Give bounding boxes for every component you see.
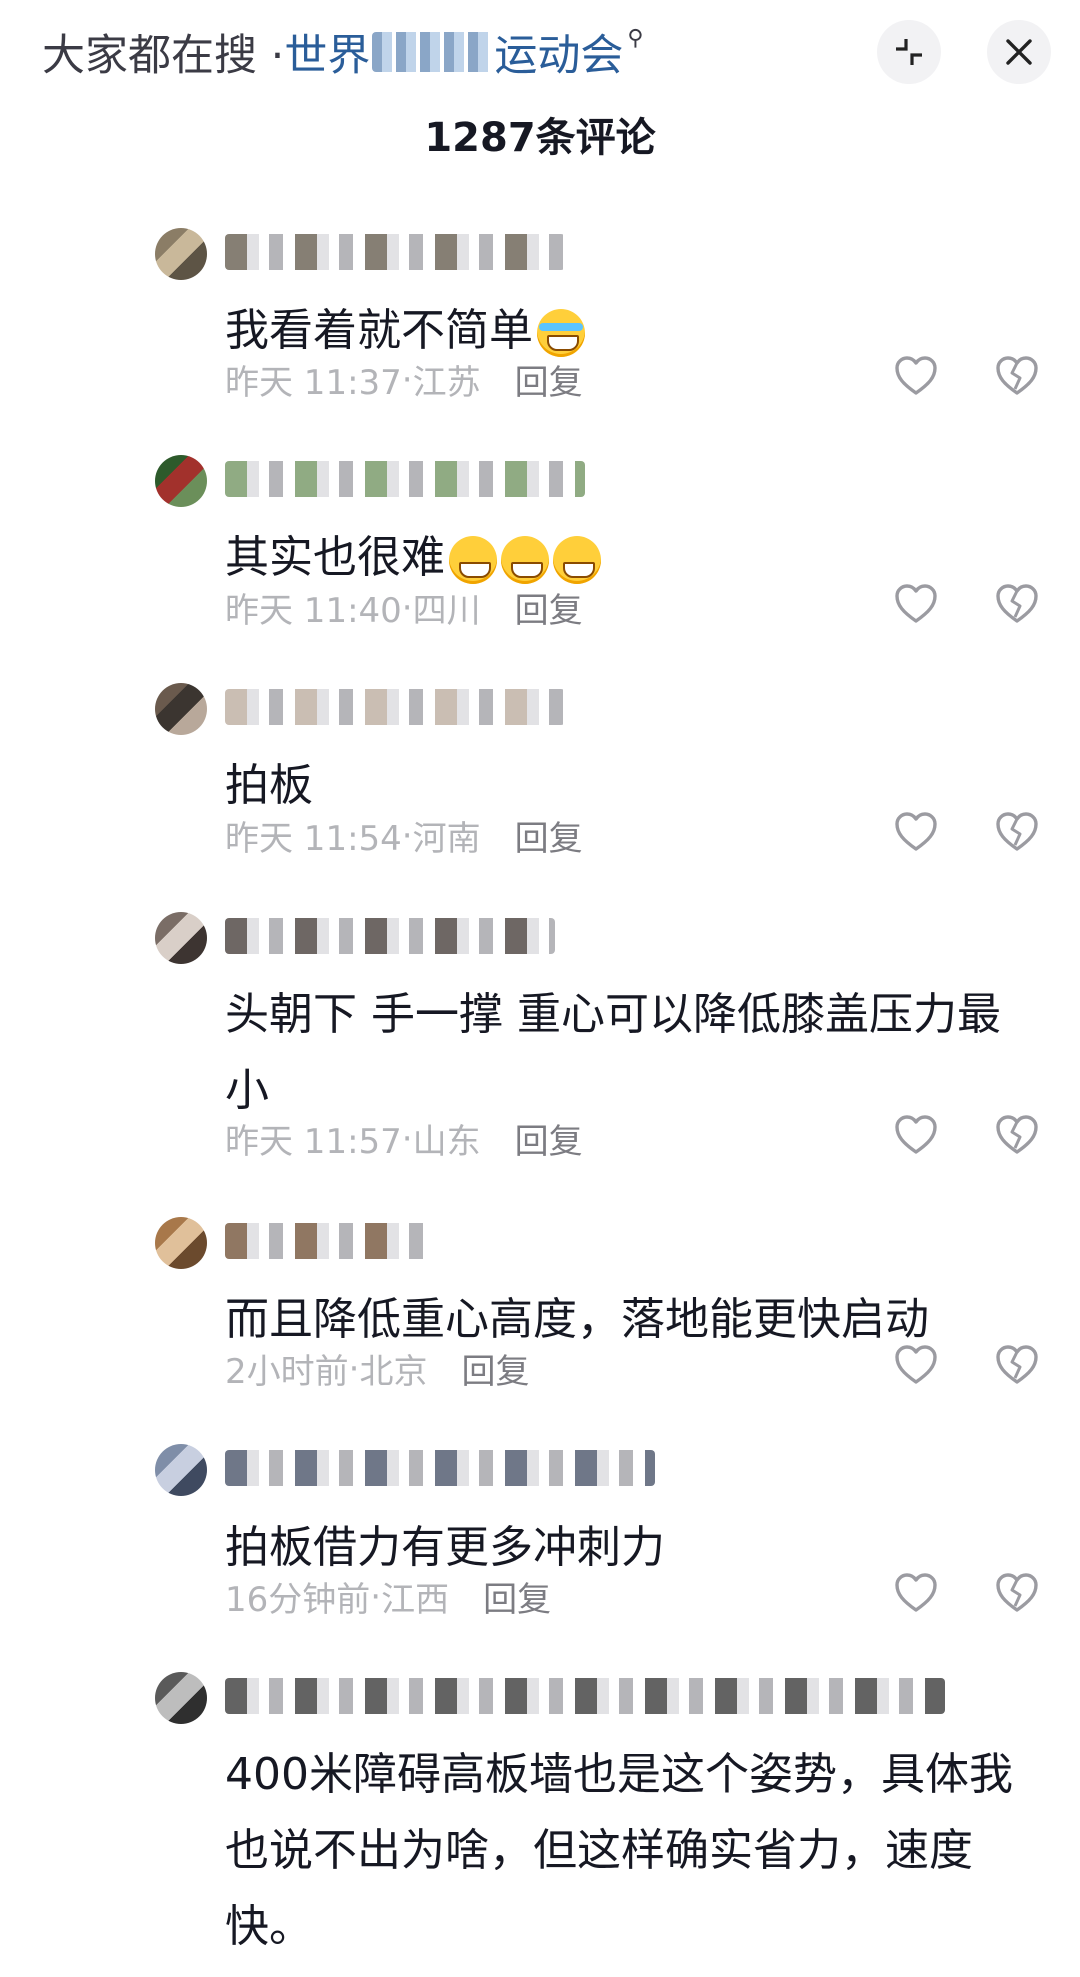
heart-icon[interactable] bbox=[893, 581, 939, 627]
close-icon bbox=[1006, 39, 1032, 65]
collapse-button[interactable] bbox=[877, 20, 941, 84]
meta-separator: · bbox=[370, 1576, 382, 1617]
reply-button[interactable]: 回复 bbox=[483, 1572, 551, 1621]
comment-text-content: 400米障碍高板墙也是这个姿势，具体我也说不出为啥，但这样确实省力，速度快。 bbox=[225, 1749, 1013, 1952]
comment-location: 北京 bbox=[359, 1352, 428, 1392]
meta-separator: · bbox=[401, 359, 413, 400]
comment-location: 江苏 bbox=[412, 363, 481, 403]
search-hint-prefix: 大家都在搜 · bbox=[42, 31, 285, 81]
comment-time: 昨天 11:37 bbox=[225, 363, 402, 403]
comment-meta: 16分钟前 · 江西 回复 bbox=[225, 1572, 551, 1621]
comment-text-content: 头朝下 手一撑 重心可以降低膝盖压力最小 bbox=[225, 989, 1001, 1116]
heart-icon[interactable] bbox=[893, 1342, 939, 1388]
comment-count-title: 1287条评论 bbox=[424, 115, 656, 161]
broken-heart-icon[interactable] bbox=[994, 809, 1040, 855]
meta-separator: · bbox=[401, 1118, 413, 1159]
comment-time: 16分钟前 bbox=[225, 1580, 371, 1620]
heart-icon[interactable] bbox=[893, 353, 939, 399]
comment-text-content: 拍板 bbox=[225, 760, 313, 811]
grin-emoji-icon bbox=[449, 536, 497, 584]
comment-text-content: 其实也很难 bbox=[225, 532, 445, 583]
collapse-icon bbox=[896, 39, 922, 65]
broken-heart-icon[interactable] bbox=[994, 353, 1040, 399]
reply-button[interactable]: 回复 bbox=[515, 583, 583, 632]
meta-separator: · bbox=[348, 1348, 360, 1389]
search-keyword-blurred bbox=[372, 32, 493, 72]
username-blurred[interactable] bbox=[225, 461, 585, 497]
heart-icon[interactable] bbox=[893, 1112, 939, 1158]
comment-text: 头朝下 手一撑 重心可以降低膝盖压力最小 bbox=[225, 977, 1035, 1129]
comment-text: 400米障碍高板墙也是这个姿势，具体我也说不出为啥，但这样确实省力，速度快。 bbox=[225, 1737, 1035, 1965]
comment-location: 河南 bbox=[412, 819, 481, 859]
broken-heart-icon[interactable] bbox=[994, 581, 1040, 627]
close-button[interactable] bbox=[987, 20, 1051, 84]
username-blurred[interactable] bbox=[225, 1678, 945, 1714]
grin-emoji-icon bbox=[553, 536, 601, 584]
comment-meta: 昨天 11:57 · 山东 回复 bbox=[225, 1114, 583, 1163]
comments-page: 大家都在搜 · 世界 运动会 ⚲ 1287条评论 我看着就不简单 昨天 11:37… bbox=[0, 0, 1080, 1977]
meta-separator: · bbox=[401, 587, 413, 628]
heart-icon[interactable] bbox=[893, 1570, 939, 1616]
laughing-tears-emoji-icon bbox=[537, 309, 585, 357]
avatar[interactable] bbox=[155, 1217, 207, 1269]
comment-time: 昨天 11:54 bbox=[225, 819, 402, 859]
reply-button[interactable]: 回复 bbox=[515, 355, 583, 404]
reply-button[interactable]: 回复 bbox=[515, 811, 583, 860]
heart-icon[interactable] bbox=[893, 809, 939, 855]
reply-button[interactable]: 回复 bbox=[515, 1114, 583, 1163]
reply-button[interactable]: 回复 bbox=[461, 1344, 529, 1393]
username-blurred[interactable] bbox=[225, 234, 565, 270]
search-keyword-tail: 运动会 bbox=[494, 31, 624, 81]
comment-location: 江西 bbox=[381, 1580, 450, 1620]
comment-text-content: 拍板借力有更多冲刺力 bbox=[225, 1522, 665, 1573]
broken-heart-icon[interactable] bbox=[994, 1570, 1040, 1616]
avatar[interactable] bbox=[155, 912, 207, 964]
broken-heart-icon[interactable] bbox=[994, 1112, 1040, 1158]
comment-time: 昨天 11:40 bbox=[225, 591, 402, 631]
avatar[interactable] bbox=[155, 683, 207, 735]
search-icon: ⚲ bbox=[627, 26, 644, 51]
comment-text-content: 而且降低重心高度，落地能更快启动 bbox=[225, 1294, 929, 1345]
comment-text-content: 我看着就不简单 bbox=[225, 305, 533, 356]
meta-separator: · bbox=[401, 815, 413, 856]
grin-emoji-icon bbox=[501, 536, 549, 584]
username-blurred[interactable] bbox=[225, 689, 565, 725]
comment-location: 山东 bbox=[412, 1122, 481, 1162]
comment-time: 昨天 11:57 bbox=[225, 1122, 402, 1162]
avatar[interactable] bbox=[155, 455, 207, 507]
comment-location: 四川 bbox=[412, 591, 481, 631]
search-suggestion[interactable]: 大家都在搜 · 世界 运动会 ⚲ bbox=[42, 22, 643, 82]
broken-heart-icon[interactable] bbox=[994, 1342, 1040, 1388]
comment-meta: 昨天 11:54 · 河南 回复 bbox=[225, 811, 583, 860]
username-blurred[interactable] bbox=[225, 918, 555, 954]
comment-time: 2小时前 bbox=[225, 1352, 349, 1392]
avatar[interactable] bbox=[155, 1444, 207, 1496]
username-blurred[interactable] bbox=[225, 1450, 655, 1486]
comment-meta: 昨天 11:37 · 江苏 回复 bbox=[225, 355, 583, 404]
search-keyword-start: 世界 bbox=[284, 31, 371, 81]
avatar[interactable] bbox=[155, 1672, 207, 1724]
top-bar: 大家都在搜 · 世界 运动会 ⚲ bbox=[0, 0, 1080, 112]
avatar[interactable] bbox=[155, 228, 207, 280]
comment-meta: 昨天 11:40 · 四川 回复 bbox=[225, 583, 583, 632]
comment-meta: 2小时前 · 北京 回复 bbox=[225, 1344, 529, 1393]
username-blurred[interactable] bbox=[225, 1223, 435, 1259]
